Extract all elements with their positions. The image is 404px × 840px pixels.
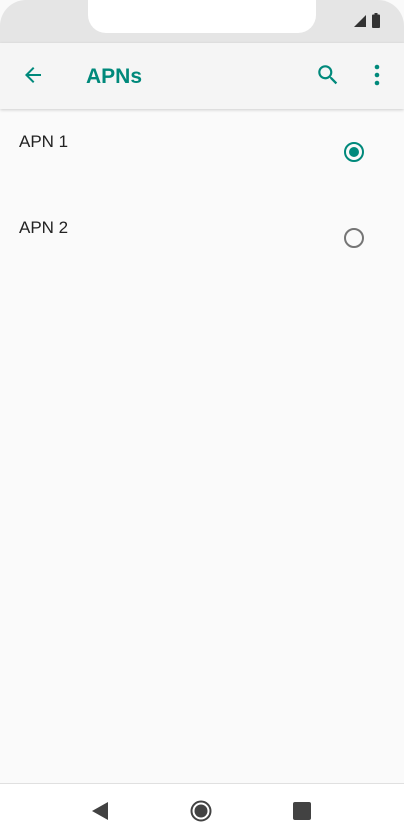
status-bar <box>0 0 404 43</box>
apn-radio[interactable] <box>344 228 364 248</box>
signal-icon <box>354 14 366 32</box>
nav-recents-icon[interactable] <box>293 802 311 820</box>
apn-label: APN 1 <box>19 132 69 151</box>
camera-notch <box>88 0 316 33</box>
apn-list-item[interactable]: APN 2 <box>0 196 404 282</box>
nav-back-icon[interactable] <box>90 801 110 821</box>
more-vert-icon <box>374 64 380 91</box>
search-button[interactable] <box>314 63 342 91</box>
apn-list-item[interactable]: APN 1 <box>0 110 404 196</box>
search-icon <box>315 62 341 93</box>
status-icons <box>354 13 380 33</box>
nav-home-icon[interactable] <box>190 800 212 822</box>
apns-screen: APNs APN 1 APN 2 <box>0 0 404 840</box>
apn-radio-selected[interactable] <box>344 142 364 162</box>
more-options-button[interactable] <box>366 63 388 91</box>
battery-icon <box>372 13 380 33</box>
page-title: APNs <box>86 65 143 88</box>
arrow-back-icon <box>21 63 45 92</box>
back-button[interactable] <box>20 64 46 90</box>
app-bar: APNs <box>0 43 404 109</box>
navigation-bar <box>0 783 404 840</box>
apn-label: APN 2 <box>19 218 69 237</box>
